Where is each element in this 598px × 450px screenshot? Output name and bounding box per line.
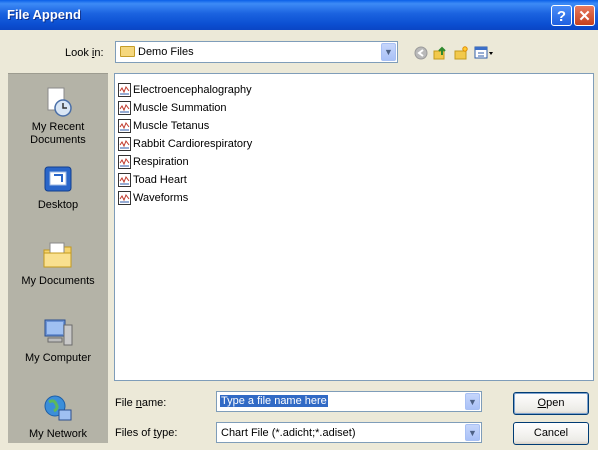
file-type-select[interactable]: Chart File (*.adicht;*.adiset) ▼ [216, 422, 482, 443]
my-network-icon [44, 395, 72, 421]
file-name-input[interactable]: Type a file name here ▼ [216, 391, 482, 412]
back-icon[interactable] [414, 46, 428, 60]
chevron-down-icon[interactable]: ▼ [381, 43, 396, 61]
file-list[interactable]: Electroencephalography Muscle Summation … [114, 73, 594, 381]
place-desktop[interactable]: Desktop [8, 164, 108, 212]
help-button[interactable]: ? [551, 5, 572, 26]
help-icon: ? [556, 8, 567, 25]
chart-file-icon [118, 101, 131, 115]
chevron-down-icon[interactable]: ▼ [465, 393, 480, 410]
chart-file-icon [118, 155, 131, 169]
look-in-combo[interactable]: Demo Files ▼ [115, 41, 398, 63]
chevron-down-icon[interactable]: ▼ [465, 424, 480, 441]
views-menu-icon[interactable] [474, 46, 494, 60]
chart-file-icon [118, 173, 131, 187]
file-type-label: Files of type: [115, 427, 178, 439]
my-documents-icon [43, 242, 72, 268]
desktop-icon [44, 166, 72, 192]
chart-file-icon [118, 119, 131, 133]
chart-file-icon [118, 137, 131, 151]
cancel-button[interactable]: Cancel [513, 422, 589, 445]
place-my-network[interactable]: My Network [8, 393, 108, 441]
recent-documents-icon [47, 87, 72, 117]
my-computer-icon [44, 319, 73, 346]
chart-file-icon [118, 191, 131, 205]
file-type-value: Chart File (*.adicht;*.adiset) [221, 427, 356, 439]
file-name-label: File name: [115, 397, 167, 409]
new-folder-icon[interactable] [454, 46, 468, 60]
place-my-computer[interactable]: My Computer [8, 317, 108, 365]
chart-file-icon [118, 83, 131, 97]
window-title: File Append [7, 7, 81, 22]
places-bar: My Recent Documents Desktop My Documents [8, 73, 108, 443]
file-append-dialog: File Append ? ✕ Look in: Demo Files ▼ My… [0, 0, 598, 450]
open-button[interactable]: Open [513, 392, 589, 415]
title-bar[interactable]: File Append ? ✕ [0, 0, 598, 30]
look-in-label: Look in: [65, 47, 104, 59]
file-name-value: Type a file name here [220, 395, 328, 407]
place-recent-documents[interactable]: My Recent Documents [8, 86, 108, 147]
close-button[interactable]: ✕ [574, 5, 595, 26]
folder-icon [120, 46, 135, 57]
place-my-documents[interactable]: My Documents [8, 240, 108, 288]
close-icon: ✕ [578, 8, 591, 25]
up-folder-icon[interactable] [433, 46, 447, 60]
look-in-value: Demo Files [138, 46, 194, 58]
